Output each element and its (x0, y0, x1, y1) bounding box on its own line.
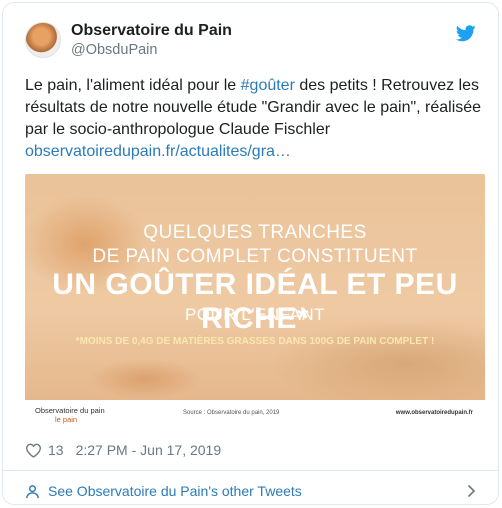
timestamp[interactable]: 2:27 PM - Jun 17, 2019 (76, 442, 222, 458)
tweet-card: Observatoire du Pain @ObsduPain Le pain,… (2, 2, 499, 505)
media-headline-line1: QUELQUES TRANCHES (143, 222, 367, 243)
media-bottom-strip: Observatoire du pain le pain Source : Ob… (25, 400, 485, 428)
avatar[interactable] (25, 22, 61, 58)
other-tweets-label: See Observatoire du Pain's other Tweets (48, 483, 302, 499)
twitter-bird-icon[interactable] (456, 25, 476, 42)
person-icon (26, 484, 39, 498)
observatoire-logo: Observatoire du pain le pain (35, 406, 105, 424)
tweet-media-image[interactable]: QUELQUES TRANCHES DE PAIN COMPLET CONSTI… (25, 174, 485, 428)
other-tweets-link[interactable]: See Observatoire du Pain's other Tweets (25, 481, 476, 501)
article-link[interactable]: observatoiredupain.fr/actualites/gra… (25, 143, 291, 160)
media-headline-line4: POUR L'ENFANT (184, 305, 326, 324)
tweet-text-before: Le pain, l'aliment idéal pour le (25, 77, 241, 94)
author-name[interactable]: Observatoire du Pain (71, 22, 232, 40)
like-count[interactable]: 13 (48, 442, 64, 458)
heart-icon[interactable] (25, 443, 42, 458)
media-headline-main: UN GOÛTER IDÉAL ET PEU RICHE* (52, 268, 458, 335)
tweet-header: Observatoire du Pain @ObsduPain (25, 22, 478, 66)
chevron-right-icon (467, 484, 476, 498)
logo-subtext: le pain (55, 415, 78, 424)
author-handle[interactable]: @ObsduPain (71, 42, 157, 58)
media-headline-line2: DE PAIN COMPLET CONSTITUENT (92, 246, 418, 267)
media-footnote: *MOINS DE 0,4G DE MATIÈRES GRASSES DANS … (75, 336, 435, 347)
divider (3, 470, 498, 471)
tweet-text: Le pain, l'aliment idéal pour le #goûter… (25, 75, 487, 163)
media-url: www.observatoiredupain.fr (395, 410, 473, 416)
media-source: Source : Observatoire du pain, 2019 (183, 410, 280, 416)
hashtag-link[interactable]: #goûter (241, 77, 295, 94)
tweet-meta: 13 2:27 PM - Jun 17, 2019 (25, 441, 221, 459)
logo-text: Observatoire du pain (35, 406, 105, 415)
